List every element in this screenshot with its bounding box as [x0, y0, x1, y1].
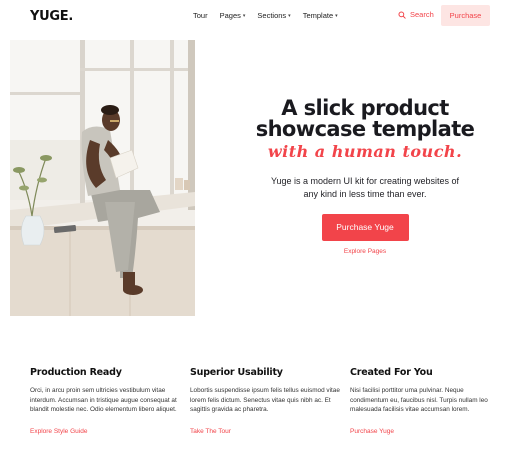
- headline-line-1: A slick product: [281, 96, 449, 120]
- nav-item-tour[interactable]: Tour: [193, 11, 208, 20]
- nav-item-label: Template: [302, 11, 334, 20]
- feature-title: Superior Usability: [190, 367, 283, 378]
- logo[interactable]: YUGE.: [30, 9, 73, 24]
- feature-body: Orci, in arcu proin sem ultricies vestib…: [30, 387, 177, 414]
- feature-title: Production Ready: [30, 367, 122, 378]
- chevron-down-icon: ▾: [288, 12, 291, 19]
- purchase-button[interactable]: Purchase: [441, 5, 490, 26]
- nav-item-label: Pages: [219, 11, 241, 20]
- top-navigation: YUGE. Tour Pages ▾ Sections ▾ Template ▾…: [0, 0, 520, 32]
- explore-style-guide-link[interactable]: Explore Style Guide: [30, 428, 180, 435]
- feature-title: Created For You: [350, 367, 433, 378]
- search-label: Search: [410, 10, 434, 19]
- person-reading-illustration: [10, 40, 195, 316]
- feature-superior-usability: Superior Usability Lobortis suspendisse …: [190, 367, 340, 435]
- nav-item-label: Tour: [193, 11, 208, 20]
- feature-body: Nisi facilisi porttitor uma pulvinar. Ne…: [350, 387, 488, 414]
- purchase-yuge-link[interactable]: Purchase Yuge: [350, 428, 500, 435]
- headline-line-2: showcase template: [255, 117, 475, 141]
- chevron-down-icon: ▾: [335, 12, 338, 19]
- search-icon: [398, 10, 406, 19]
- hero-subtitle: Yuge is a modern UI kit for creating web…: [270, 176, 460, 199]
- hero-photo: [10, 40, 195, 316]
- feature-body: Lobortis suspendisse ipsum felis tellus …: [190, 387, 340, 414]
- purchase-yuge-button[interactable]: Purchase Yuge: [321, 214, 409, 241]
- chevron-down-icon: ▾: [242, 12, 246, 19]
- main-menu: Tour Pages ▾ Sections ▾ Template ▾: [193, 11, 338, 20]
- nav-item-label: Sections: [257, 11, 287, 20]
- nav-item-pages[interactable]: Pages ▾: [220, 11, 246, 20]
- search-button[interactable]: Search: [398, 10, 434, 19]
- nav-item-sections[interactable]: Sections ▾: [257, 11, 290, 20]
- take-the-tour-link[interactable]: Take The Tour: [190, 428, 340, 435]
- hero-section: A slick product showcase template with a…: [230, 96, 500, 256]
- headline-script: with a human touch.: [267, 142, 463, 161]
- feature-production-ready: Production Ready Orci, in arcu proin sem…: [30, 367, 180, 435]
- nav-item-template[interactable]: Template ▾: [303, 11, 338, 20]
- feature-created-for-you: Created For You Nisi facilisi porttitor …: [350, 367, 500, 435]
- explore-pages-link[interactable]: Explore Pages: [230, 248, 500, 255]
